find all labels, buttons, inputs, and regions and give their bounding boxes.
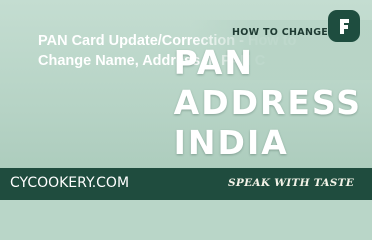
footer-bar: CYCOOKERY.COM SPEAK WITH TASTE xyxy=(0,168,372,200)
f-logo-icon xyxy=(328,10,360,42)
site-tagline: SPEAK WITH TASTE xyxy=(228,177,355,189)
headline-line-2: ADDRESS xyxy=(173,83,362,122)
headline-line-3: INDIA xyxy=(173,123,289,162)
headline-kicker: HOW TO CHANGE xyxy=(232,27,329,38)
f-logo-glyph-icon xyxy=(340,19,349,34)
thumbnail-headline: PAN ADDRESS INDIA xyxy=(174,43,362,163)
site-name[interactable]: CYCOOKERY.COM xyxy=(10,175,129,191)
headline-line-1: PAN xyxy=(173,43,254,82)
